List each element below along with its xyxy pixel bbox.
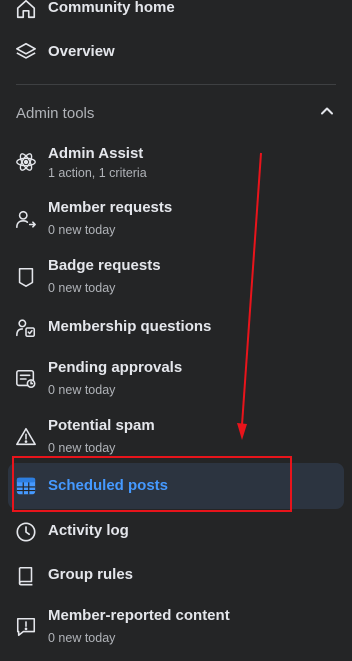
section-title-admin-tools: Admin tools: [16, 105, 95, 122]
admin-item-label: Activity log: [48, 522, 129, 539]
divider: [16, 84, 336, 85]
feed-clock-icon: [14, 367, 38, 391]
chevron-up-icon: [317, 101, 337, 126]
nav-item-overview[interactable]: Overview: [8, 40, 344, 64]
admin-item-group-rules[interactable]: Group rules: [8, 564, 344, 588]
admin-item-sub: 0 new today: [48, 223, 116, 237]
admin-item-member-requests[interactable]: Member requests 0 new today: [8, 198, 344, 240]
collapse-button[interactable]: [314, 100, 340, 126]
calendar-icon: [14, 474, 38, 498]
home-icon: [14, 0, 38, 21]
admin-item-sub: 1 action, 1 criteria: [48, 166, 147, 180]
admin-item-label: Group rules: [48, 566, 134, 583]
admin-item-sub: 0 new today: [48, 281, 116, 295]
admin-item-potential-spam[interactable]: Potential spam 0 new today: [8, 416, 344, 458]
admin-item-membership-questions[interactable]: Membership questions: [8, 316, 344, 340]
admin-item-pending-approvals[interactable]: Pending approvals 0 new today: [8, 358, 344, 400]
admin-item-label: Membership questions: [48, 318, 212, 335]
admin-item-label: Member-reported content: [48, 607, 230, 624]
admin-item-scheduled-posts[interactable]: Scheduled posts: [8, 463, 344, 509]
admin-item-sub: 0 new today: [48, 631, 116, 645]
admin-item-activity-log[interactable]: Activity log: [8, 520, 344, 544]
layers-icon: [14, 40, 38, 64]
badge-icon: [14, 265, 38, 289]
admin-item-member-reported-content[interactable]: Member-reported content 0 new today: [8, 606, 344, 648]
nav-label: Community home: [48, 0, 175, 16]
person-clipboard-icon: [14, 316, 38, 340]
admin-item-badge-requests[interactable]: Badge requests 0 new today: [8, 256, 344, 298]
admin-item-label: Pending approvals: [48, 359, 183, 376]
report-icon: [14, 615, 38, 639]
admin-item-label: Potential spam: [48, 417, 155, 434]
admin-item-label: Member requests: [48, 199, 173, 216]
atom-icon: [14, 150, 38, 174]
nav-label: Overview: [48, 43, 115, 60]
warning-icon: [14, 425, 38, 449]
admin-item-admin-assist[interactable]: Admin Assist 1 action, 1 criteria: [8, 144, 344, 184]
nav-item-community-home[interactable]: Community home: [8, 0, 344, 20]
person-arrow-icon: [14, 207, 38, 231]
admin-item-label: Admin Assist: [48, 145, 144, 162]
admin-item-sub: 0 new today: [48, 441, 116, 455]
admin-item-sub: 0 new today: [48, 383, 116, 397]
admin-item-label: Scheduled posts: [48, 477, 169, 494]
clock-icon: [14, 520, 38, 544]
book-icon: [14, 564, 38, 588]
admin-item-label: Badge requests: [48, 257, 161, 274]
